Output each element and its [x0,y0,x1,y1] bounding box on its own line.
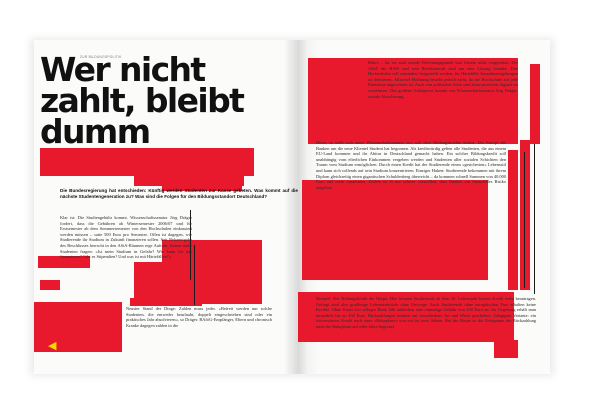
right-page: Röhre – für sie sind soziale Befreiungsg… [298,40,550,374]
headline-line-3: dumm [40,112,151,151]
body-column-right-bottom: Beispiel: Der Bildungskredit der Haspa. … [316,296,536,329]
body-column-2: Neuster Stand der Dinge: Zahlen muss jed… [126,306,272,328]
divider-line [524,152,525,288]
arrow-left-icon: ◀ [48,339,57,352]
red-bar [40,280,60,290]
body-column-right-top: Röhre – für sie sind soziale Befreiungsg… [368,60,518,99]
red-bar [508,150,518,290]
divider-line [194,245,195,305]
red-bar [530,64,540,144]
lead-paragraph: Die Bundesregierung hat entschieden: Kün… [60,188,298,199]
red-bar [520,140,530,290]
divider-line [534,144,535,294]
body-column-1: Klar ist: Die Studiengebühr kommt. Wisse… [60,215,192,260]
body-column-right-mid: Diese, so stellt sich unser Wissenschaft… [316,140,506,190]
headline: Wer nicht zahlt, bleibt dumm [40,53,280,151]
